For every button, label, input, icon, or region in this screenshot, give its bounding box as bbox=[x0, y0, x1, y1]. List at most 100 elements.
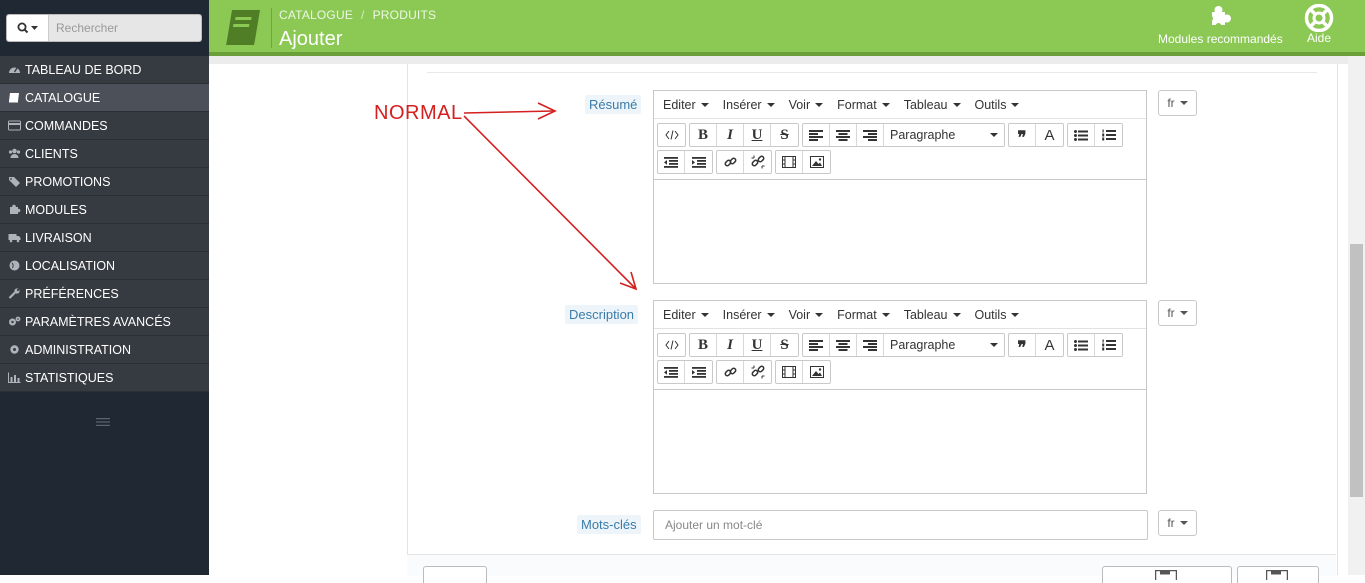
wrench-icon bbox=[7, 288, 22, 300]
blockquote-icon[interactable]: ❞ bbox=[1009, 334, 1036, 357]
summary-edit-area[interactable] bbox=[654, 179, 1146, 284]
menu-outils[interactable]: Outils bbox=[975, 98, 1020, 112]
link-icon[interactable] bbox=[717, 361, 744, 383]
summary-language-button[interactable]: fr bbox=[1158, 90, 1197, 116]
bullet-list-icon[interactable] bbox=[1068, 334, 1095, 356]
page-header: CATALOGUE / PRODUITS Ajouter Modules recom… bbox=[209, 0, 1365, 52]
link-icon[interactable] bbox=[717, 151, 744, 173]
underline-icon[interactable]: U bbox=[744, 334, 771, 356]
outdent-icon[interactable] bbox=[658, 151, 685, 173]
sidebar-item-commandes[interactable]: COMMANDES bbox=[0, 112, 209, 140]
catalog-book-icon bbox=[223, 8, 263, 49]
menu-inserer[interactable]: Insérer bbox=[723, 98, 775, 112]
source-code-icon[interactable] bbox=[658, 334, 685, 356]
indent-icon[interactable] bbox=[685, 151, 712, 173]
chevron-down-icon bbox=[1179, 101, 1188, 105]
sidebar-item-label: LIVRAISON bbox=[25, 230, 92, 245]
menu-editer[interactable]: Editer bbox=[663, 98, 709, 112]
menu-format[interactable]: Format bbox=[837, 308, 890, 322]
sidebar-item-label: MODULES bbox=[25, 202, 87, 217]
menu-collapse-icon[interactable] bbox=[96, 416, 110, 431]
sidebar-item-clients[interactable]: CLIENTS bbox=[0, 140, 209, 168]
sidebar-item-label: CLIENTS bbox=[25, 146, 78, 161]
indent-icon[interactable] bbox=[685, 361, 712, 383]
recommended-modules-label: Modules recommandés bbox=[1158, 32, 1283, 46]
sidebar-item-promotions[interactable]: PROMOTIONS bbox=[0, 168, 209, 196]
section-divider bbox=[427, 72, 1317, 73]
numbered-list-icon[interactable] bbox=[1095, 334, 1122, 356]
image-icon[interactable] bbox=[803, 151, 830, 173]
bar-chart-icon bbox=[7, 372, 22, 384]
align-right-icon[interactable] bbox=[857, 334, 884, 356]
globe-icon bbox=[7, 260, 22, 272]
unlink-icon[interactable] bbox=[744, 361, 771, 383]
bold-icon[interactable]: B bbox=[690, 124, 717, 146]
sidebar-item-livraison[interactable]: LIVRAISON bbox=[0, 224, 209, 252]
format-select[interactable]: Paragraphe bbox=[884, 334, 1004, 356]
bold-icon[interactable]: B bbox=[690, 334, 717, 356]
menu-voir[interactable]: Voir bbox=[789, 98, 824, 112]
menu-voir[interactable]: Voir bbox=[789, 308, 824, 322]
search-input[interactable] bbox=[49, 15, 199, 41]
keywords-language-button[interactable]: fr bbox=[1158, 510, 1197, 536]
recommended-modules-link[interactable]: Modules recommandés bbox=[1158, 4, 1283, 46]
editor-menubar: Editer Insérer Voir Format Tableau Outil… bbox=[654, 91, 1146, 119]
text-color-icon[interactable]: A bbox=[1036, 334, 1063, 356]
description-language-button[interactable]: fr bbox=[1158, 300, 1197, 326]
sidebar-item-dashboard[interactable]: TABLEAU DE BORD bbox=[0, 56, 209, 84]
menu-editer[interactable]: Editer bbox=[663, 308, 709, 322]
align-left-icon[interactable] bbox=[803, 334, 830, 356]
italic-icon[interactable]: I bbox=[717, 124, 744, 146]
search-button[interactable] bbox=[7, 15, 49, 41]
help-link[interactable]: Aide bbox=[1304, 4, 1334, 45]
editor-toolbar-row-1: B I U S Paragraphe ❞ A bbox=[657, 122, 1126, 148]
image-icon[interactable] bbox=[803, 361, 830, 383]
strikethrough-icon[interactable]: S bbox=[771, 124, 798, 146]
menu-tableau[interactable]: Tableau bbox=[904, 98, 961, 112]
sidebar-item-administration[interactable]: ADMINISTRATION bbox=[0, 336, 209, 364]
align-center-icon[interactable] bbox=[830, 124, 857, 146]
editor-menubar: Editer Insérer Voir Format Tableau Outil… bbox=[654, 301, 1146, 329]
sidebar-item-advanced-settings[interactable]: PARAMÈTRES AVANCÉS bbox=[0, 308, 209, 336]
sidebar-item-modules[interactable]: MODULES bbox=[0, 196, 209, 224]
italic-icon[interactable]: I bbox=[717, 334, 744, 356]
breadcrumb-item-catalogue[interactable]: CATALOGUE bbox=[279, 8, 353, 22]
users-icon bbox=[7, 148, 22, 160]
blockquote-icon[interactable]: ❞ bbox=[1009, 124, 1036, 147]
outdent-icon[interactable] bbox=[658, 361, 685, 383]
sidebar-item-catalogue[interactable]: CATALOGUE bbox=[0, 84, 209, 112]
align-center-icon[interactable] bbox=[830, 334, 857, 356]
numbered-list-icon[interactable] bbox=[1095, 124, 1122, 146]
sidebar-item-label: PRÉFÉRENCES bbox=[25, 286, 119, 301]
sidebar-item-label: PARAMÈTRES AVANCÉS bbox=[25, 314, 171, 329]
editor-toolbar-row-1: B I U S Paragraphe ❞ A bbox=[657, 332, 1126, 358]
sidebar-item-label: CATALOGUE bbox=[25, 90, 101, 105]
menu-tableau[interactable]: Tableau bbox=[904, 308, 961, 322]
credit-card-icon bbox=[7, 120, 22, 132]
sidebar-item-localisation[interactable]: LOCALISATION bbox=[0, 252, 209, 280]
summary-editor: Editer Insérer Voir Format Tableau Outil… bbox=[653, 90, 1147, 284]
underline-icon[interactable]: U bbox=[744, 124, 771, 146]
source-code-icon[interactable] bbox=[658, 124, 685, 146]
help-label: Aide bbox=[1306, 31, 1332, 45]
keywords-input[interactable] bbox=[653, 510, 1148, 540]
menu-outils[interactable]: Outils bbox=[975, 308, 1020, 322]
scrollbar-thumb[interactable] bbox=[1350, 244, 1363, 497]
format-select[interactable]: Paragraphe bbox=[884, 124, 1004, 146]
description-editor: Editer Insérer Voir Format Tableau Outil… bbox=[653, 300, 1147, 494]
breadcrumb-item-produits[interactable]: PRODUITS bbox=[373, 8, 437, 22]
align-right-icon[interactable] bbox=[857, 124, 884, 146]
text-color-icon[interactable]: A bbox=[1036, 124, 1063, 146]
menu-inserer[interactable]: Insérer bbox=[723, 308, 775, 322]
menu-format[interactable]: Format bbox=[837, 98, 890, 112]
unlink-icon[interactable] bbox=[744, 151, 771, 173]
media-icon[interactable] bbox=[776, 361, 803, 383]
sidebar-item-preferences[interactable]: PRÉFÉRENCES bbox=[0, 280, 209, 308]
description-edit-area[interactable] bbox=[654, 389, 1146, 494]
strikethrough-icon[interactable]: S bbox=[771, 334, 798, 356]
sidebar-item-statistiques[interactable]: STATISTIQUES bbox=[0, 364, 209, 392]
media-icon[interactable] bbox=[776, 151, 803, 173]
bullet-list-icon[interactable] bbox=[1068, 124, 1095, 146]
header-divider bbox=[271, 8, 272, 48]
align-left-icon[interactable] bbox=[803, 124, 830, 146]
